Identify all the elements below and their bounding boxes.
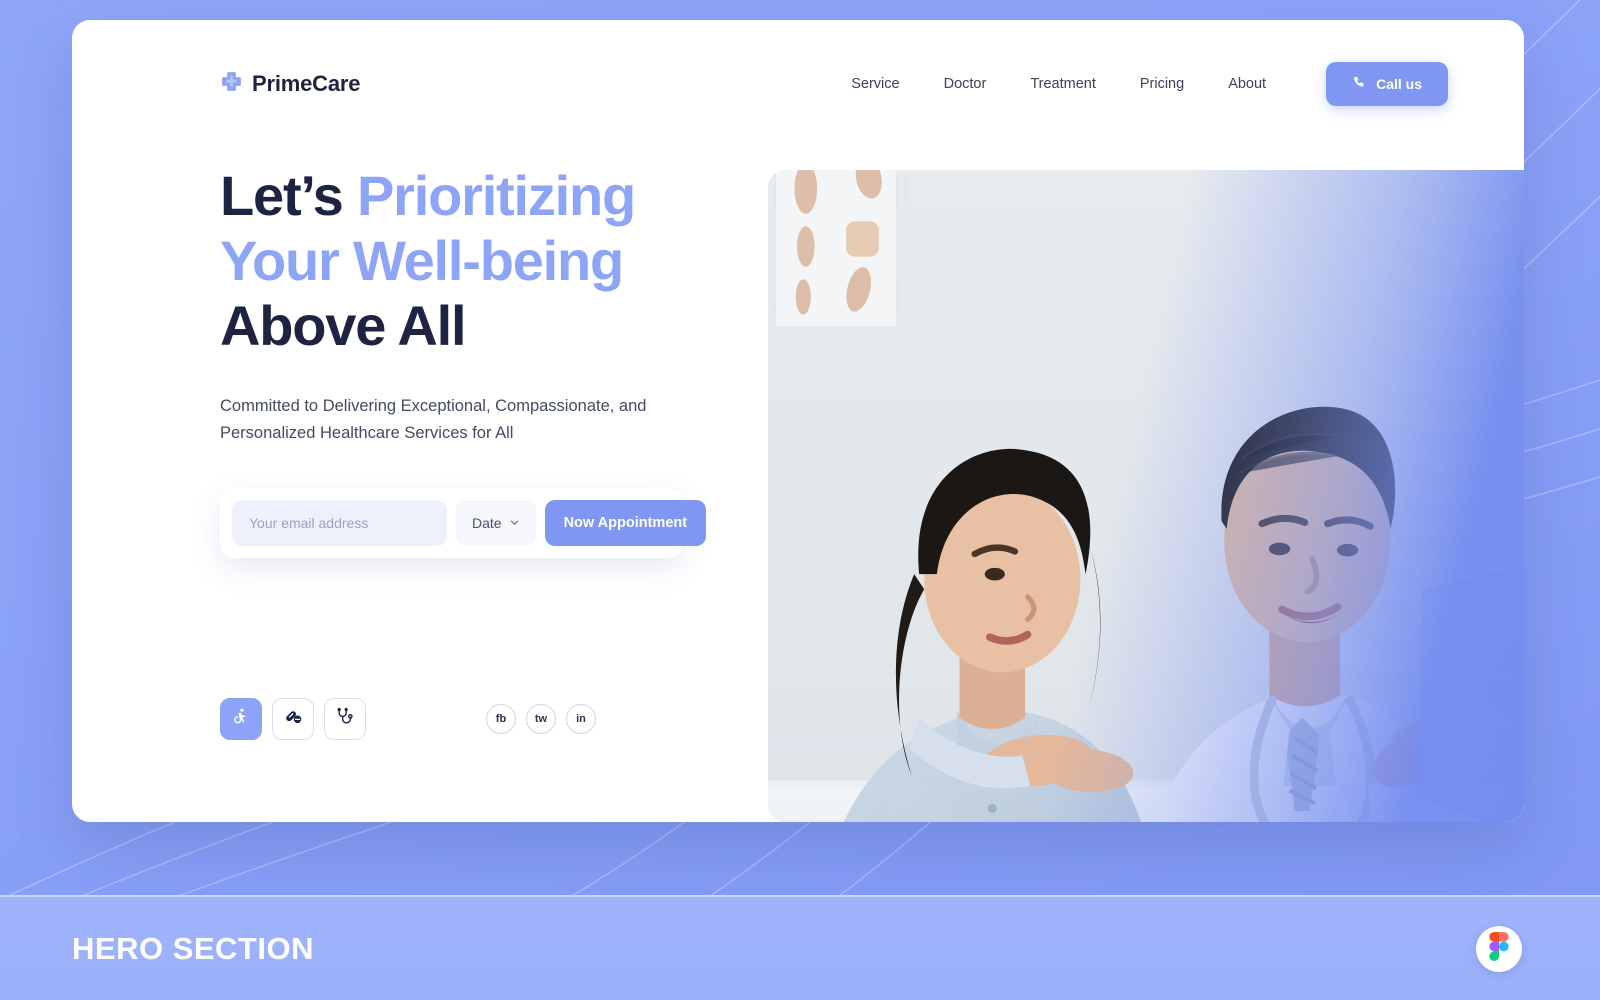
hero-subheading: Committed to Delivering Exceptional, Com…	[220, 396, 647, 442]
headline-line3-dark: Above All	[220, 293, 467, 357]
phone-icon	[1352, 75, 1367, 93]
facebook-link[interactable]: fb	[486, 704, 516, 734]
headline-line2-accent: Your Well-being	[220, 228, 624, 292]
stethoscope-icon	[335, 707, 355, 732]
call-us-button[interactable]: Call us	[1326, 62, 1448, 106]
pills-icon	[283, 706, 304, 732]
hero-section: Let’s Prioritizing Your Well-being Above…	[72, 148, 1524, 822]
nav-item-doctor[interactable]: Doctor	[922, 68, 1009, 100]
chevron-down-icon	[509, 515, 520, 531]
nav-item-about[interactable]: About	[1206, 68, 1288, 100]
brand-logo[interactable]: PrimeCare	[220, 70, 360, 98]
main-navigation: Service Doctor Treatment Pricing About C…	[829, 62, 1448, 106]
hero-photo-column	[768, 148, 1524, 822]
pills-icon-button[interactable]	[272, 698, 314, 740]
appointment-form: Date Now Appointment	[220, 488, 707, 559]
hero-card: PrimeCare Service Doctor Treatment Prici…	[72, 20, 1524, 822]
call-us-label: Call us	[1376, 76, 1422, 92]
now-appointment-button[interactable]: Now Appointment	[544, 500, 707, 547]
headline-line1-accent: Prioritizing	[357, 164, 636, 227]
social-links: fb tw in	[486, 704, 596, 734]
linkedin-link[interactable]: in	[566, 704, 596, 734]
feature-icon-group	[220, 698, 366, 740]
medical-cross-icon	[220, 70, 243, 98]
section-caption: HERO SECTION	[72, 930, 314, 966]
nav-item-pricing[interactable]: Pricing	[1118, 68, 1206, 100]
email-input[interactable]	[232, 500, 447, 547]
figma-logo-icon	[1489, 931, 1509, 966]
twitter-link[interactable]: tw	[526, 704, 556, 734]
brand-name: PrimeCare	[252, 71, 361, 96]
date-dropdown-label: Date	[472, 515, 502, 532]
hero-copy-column: Let’s Prioritizing Your Well-being Above…	[72, 148, 768, 822]
nav-item-treatment[interactable]: Treatment	[1008, 68, 1118, 100]
date-dropdown[interactable]: Date	[456, 500, 536, 547]
figma-badge[interactable]	[1476, 925, 1522, 972]
page-title: Let’s Prioritizing Your Well-being Above…	[220, 164, 768, 359]
clinic-photo-illustration	[768, 170, 1524, 822]
stethoscope-icon-button[interactable]	[324, 698, 366, 740]
accessibility-icon	[232, 707, 251, 731]
hero-footer-row: fb tw in	[220, 698, 720, 740]
hero-photo	[768, 170, 1524, 822]
site-header: PrimeCare Service Doctor Treatment Prici…	[72, 20, 1524, 148]
caption-band: HERO SECTION	[0, 895, 1600, 1000]
headline-line1-dark: Let’s	[220, 164, 344, 227]
accessibility-icon-button[interactable]	[220, 698, 262, 740]
nav-item-service[interactable]: Service	[829, 68, 921, 100]
